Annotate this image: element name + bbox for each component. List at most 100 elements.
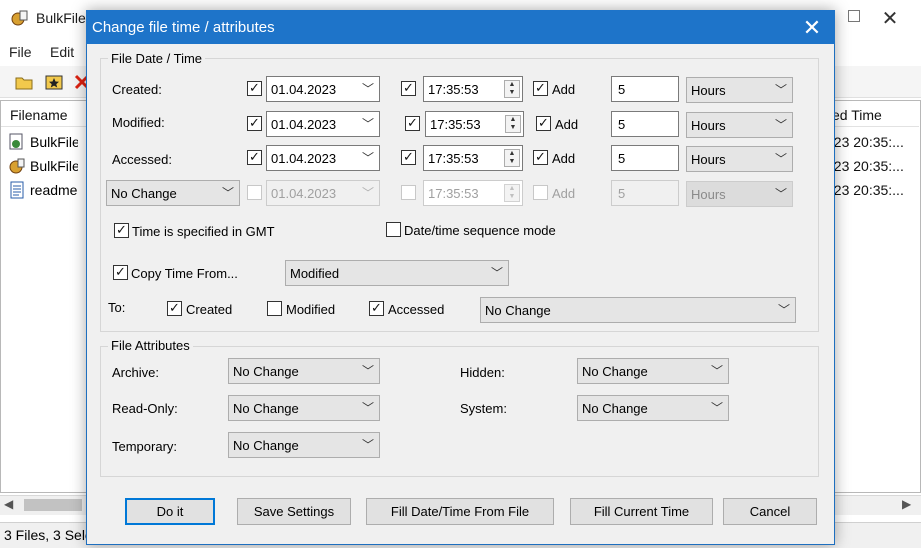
modified-add-checkbox[interactable]: ✓ — [536, 116, 551, 131]
copy-time-checkbox[interactable]: ✓ — [113, 265, 128, 280]
created-add-value-input[interactable]: 5 — [611, 76, 679, 102]
read-only-value: No Change — [233, 401, 299, 416]
chevron-down-icon[interactable]: ﹀ — [362, 399, 374, 416]
hidden-select[interactable]: No Change ﹀ — [577, 358, 729, 384]
modified-unit-value: Hours — [691, 118, 726, 133]
copy-mode-select[interactable]: No Change ﹀ — [480, 297, 796, 323]
spin-arrows-icon[interactable]: ▲ ▼ — [504, 184, 520, 202]
modified-date-picker[interactable]: 01.04.2023 ﹀ — [266, 111, 380, 137]
temporary-value: No Change — [233, 438, 299, 453]
created-time-picker[interactable]: 17:35:53 ▲ ▼ — [423, 76, 523, 102]
modified-date-checkbox[interactable]: ✓ — [247, 116, 262, 131]
accessed-time-value: 17:35:53 — [428, 151, 479, 166]
modified-label: Modified: — [112, 115, 165, 130]
copy-source-select[interactable]: Modified ﹀ — [285, 260, 509, 286]
open-folder-icon[interactable] — [14, 72, 34, 92]
gmt-checkbox[interactable]: ✓ — [114, 223, 129, 238]
extra-add-checkbox[interactable] — [533, 185, 548, 200]
chevron-down-icon[interactable]: ﹀ — [775, 81, 787, 98]
column-header-filename[interactable]: Filename — [10, 107, 68, 123]
created-add-value: 5 — [618, 82, 626, 97]
extra-add-value-input[interactable]: 5 — [611, 180, 679, 206]
do-it-button[interactable]: Do it — [125, 498, 215, 525]
accessed-date-picker[interactable]: 01.04.2023 ﹀ — [266, 145, 380, 171]
file-name: readme.t — [30, 182, 78, 198]
created-date-checkbox[interactable]: ✓ — [247, 81, 262, 96]
file-time: 023 20:35:... — [826, 158, 904, 174]
to-accessed-label: Accessed — [388, 302, 445, 317]
extra-add-value: 5 — [618, 186, 626, 201]
file-time: 023 20:35:... — [826, 182, 904, 198]
temporary-select[interactable]: No Change ﹀ — [228, 432, 380, 458]
list-item[interactable]: readme.t — [8, 180, 78, 202]
script-file-icon — [9, 133, 23, 150]
to-accessed-checkbox[interactable]: ✓ — [369, 301, 384, 316]
scrollbar-thumb[interactable] — [24, 499, 82, 511]
spin-arrows-icon[interactable]: ▲ ▼ — [504, 149, 520, 167]
file-name: BulkFileC — [30, 134, 78, 150]
to-modified-checkbox[interactable] — [267, 301, 282, 316]
chevron-down-icon[interactable]: ﹀ — [711, 399, 723, 416]
modified-unit-select[interactable]: Hours ﹀ — [686, 112, 793, 138]
column-header-modified-time[interactable]: ed Time — [832, 107, 882, 123]
save-settings-button[interactable]: Save Settings — [237, 498, 351, 525]
scroll-right-icon[interactable]: ▶ — [902, 497, 911, 511]
accessed-add-checkbox[interactable]: ✓ — [533, 150, 548, 165]
created-unit-select[interactable]: Hours ﹀ — [686, 77, 793, 103]
extra-time-checkbox[interactable] — [401, 185, 416, 200]
accessed-unit-select[interactable]: Hours ﹀ — [686, 146, 793, 172]
created-date-picker[interactable]: 01.04.2023 ﹀ — [266, 76, 380, 102]
accessed-add-value-input[interactable]: 5 — [611, 145, 679, 171]
accessed-add-label: Add — [552, 151, 576, 166]
read-only-select[interactable]: No Change ﹀ — [228, 395, 380, 421]
chevron-down-icon[interactable]: ﹀ — [711, 362, 723, 379]
created-add-checkbox[interactable]: ✓ — [533, 81, 548, 96]
sequence-mode-checkbox[interactable] — [386, 222, 401, 237]
list-item[interactable]: BulkFileC — [8, 156, 78, 178]
list-item[interactable]: BulkFileC — [8, 132, 78, 154]
accessed-time-checkbox[interactable]: ✓ — [401, 150, 416, 165]
chevron-down-icon[interactable]: ﹀ — [362, 362, 374, 379]
chevron-down-icon[interactable]: ﹀ — [222, 184, 234, 201]
star-box-icon[interactable] — [44, 72, 64, 92]
archive-select[interactable]: No Change ﹀ — [228, 358, 380, 384]
scroll-left-icon[interactable]: ◀ — [4, 497, 13, 511]
to-created-checkbox[interactable]: ✓ — [167, 301, 182, 316]
chevron-down-icon[interactable]: ﹀ — [775, 150, 787, 167]
chevron-down-icon[interactable]: ﹀ — [775, 116, 787, 133]
gmt-label: Time is specified in GMT — [132, 224, 275, 239]
hidden-value: No Change — [582, 364, 648, 379]
created-time-checkbox[interactable]: ✓ — [401, 81, 416, 96]
modified-time-checkbox[interactable]: ✓ — [405, 116, 420, 131]
extra-date-picker[interactable]: 01.04.2023 ﹀ — [266, 180, 380, 206]
chevron-down-icon[interactable]: ﹀ — [362, 80, 374, 97]
spin-arrows-icon[interactable]: ▲ ▼ — [505, 115, 521, 133]
extra-date-checkbox[interactable] — [247, 185, 262, 200]
chevron-down-icon[interactable]: ﹀ — [362, 436, 374, 453]
maximize-icon[interactable] — [848, 10, 860, 22]
created-time-value: 17:35:53 — [428, 82, 479, 97]
fill-date-time-from-file-button[interactable]: Fill Date/Time From File — [366, 498, 554, 525]
extra-target-select[interactable]: No Change ﹀ — [106, 180, 240, 206]
chevron-down-icon[interactable]: ﹀ — [362, 184, 374, 201]
extra-unit-select[interactable]: Hours ﹀ — [686, 181, 793, 207]
cancel-button[interactable]: Cancel — [723, 498, 817, 525]
extra-time-picker[interactable]: 17:35:53 ▲ ▼ — [423, 180, 523, 206]
accessed-time-picker[interactable]: 17:35:53 ▲ ▼ — [423, 145, 523, 171]
chevron-down-icon[interactable]: ﹀ — [775, 185, 787, 202]
system-select[interactable]: No Change ﹀ — [577, 395, 729, 421]
chevron-down-icon[interactable]: ﹀ — [778, 301, 790, 318]
chevron-down-icon[interactable]: ﹀ — [491, 264, 503, 281]
close-icon[interactable]: ✕ — [798, 14, 826, 42]
menu-edit[interactable]: Edit — [50, 44, 74, 60]
main-close-icon[interactable]: ✕ — [872, 4, 908, 34]
sequence-mode-label: Date/time sequence mode — [404, 223, 556, 238]
modified-time-picker[interactable]: 17:35:53 ▲ ▼ — [425, 111, 524, 137]
spin-arrows-icon[interactable]: ▲ ▼ — [504, 80, 520, 98]
chevron-down-icon[interactable]: ﹀ — [362, 115, 374, 132]
menu-file[interactable]: File — [9, 44, 32, 60]
accessed-date-checkbox[interactable]: ✓ — [247, 150, 262, 165]
modified-add-value-input[interactable]: 5 — [611, 111, 679, 137]
fill-current-time-button[interactable]: Fill Current Time — [570, 498, 713, 525]
chevron-down-icon[interactable]: ﹀ — [362, 149, 374, 166]
